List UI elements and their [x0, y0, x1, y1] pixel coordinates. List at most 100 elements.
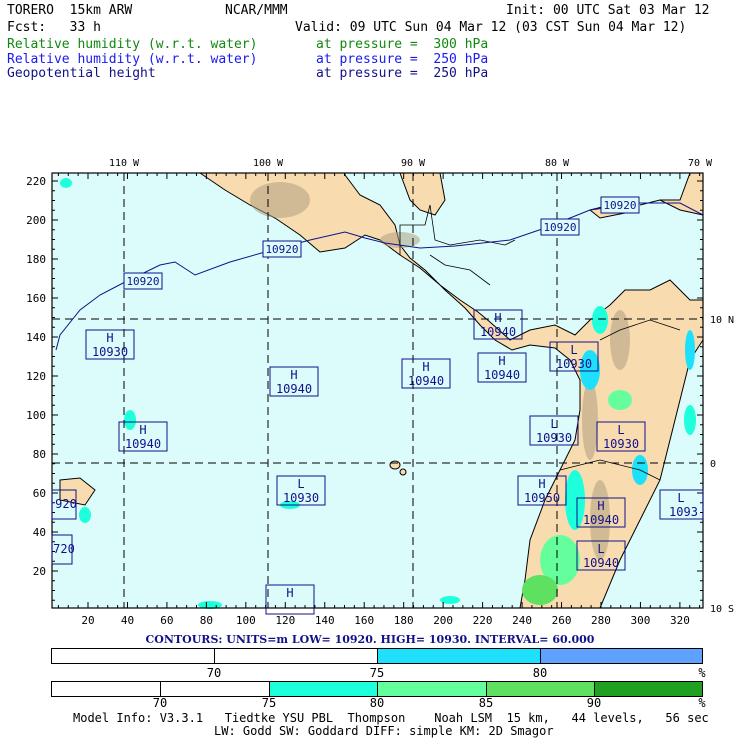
x-tick-label: 200: [433, 614, 453, 627]
y-tick-label: 40: [33, 526, 46, 539]
humidity-patch: [124, 410, 136, 430]
humidity-patch: [79, 507, 91, 523]
longitude-label: 70 W: [688, 158, 713, 169]
colorbar-300-label: %: [698, 696, 706, 710]
contour-label: 10920: [126, 275, 159, 288]
colorbar-300-bin-6: [595, 682, 702, 696]
center-value: 10940: [583, 556, 619, 570]
y-tick-label: 120: [26, 370, 46, 383]
x-tick-label: 320: [670, 614, 690, 627]
y-tick-label: 180: [26, 253, 46, 266]
center-value: 10950: [524, 491, 560, 505]
center-value: 10930: [603, 437, 639, 451]
center-value: 10930: [92, 345, 128, 359]
x-tick-label: 100: [236, 614, 256, 627]
low-center-marker: L: [570, 343, 577, 357]
y-tick-label: 220: [26, 175, 46, 188]
x-tick-label: 140: [315, 614, 335, 627]
footer-physics-info: LW: Godd SW: Goddard DIFF: simple KM: 2D…: [214, 724, 554, 738]
y-tick-label: 100: [26, 409, 46, 422]
x-tick-label: 180: [394, 614, 414, 627]
longitude-label: 110 W: [109, 158, 140, 169]
center-value: 1093: [669, 505, 698, 519]
colorbar-rh-300: [51, 681, 703, 697]
y-tick-label: 20: [33, 565, 46, 578]
x-tick-label: 280: [591, 614, 611, 627]
high-center-marker: H: [106, 331, 113, 345]
colorbar-300-label: 80: [369, 696, 385, 710]
contours-info: CONTOURS: UNITS=m LOW= 10920. HIGH= 1093…: [145, 633, 595, 646]
high-center-marker: H: [139, 423, 146, 437]
weather-map-figure: TORERO 15km ARW NCAR/MMM Init: 00 UTC Sa…: [0, 0, 740, 740]
center-value: 10930: [556, 357, 592, 371]
longitude-label: 80 W: [545, 158, 570, 169]
colorbar-250-label: 70: [206, 666, 222, 680]
colorbar-250-bin-4: [541, 649, 702, 663]
low-center-marker: L: [297, 477, 304, 491]
low-center-marker: L: [550, 417, 557, 431]
high-center-marker: H: [494, 311, 501, 325]
colorbar-300-bin-2: [161, 682, 270, 696]
low-center-marker: L: [617, 423, 624, 437]
map-plot: 20 40 60 80 100 120 140 160 180 200 220 240 260 280 30…: [26, 158, 734, 627]
center-value: 10930: [536, 431, 572, 445]
high-center-marker: H: [290, 368, 297, 382]
colorbar-250-label: 75: [369, 666, 385, 680]
x-tick-label: 80: [200, 614, 213, 627]
y-tick-label: 140: [26, 331, 46, 344]
humidity-patch: [592, 306, 608, 334]
y-tick-label: 60: [33, 487, 46, 500]
x-tick-label: 260: [552, 614, 572, 627]
x-tick-label: 220: [473, 614, 493, 627]
x-tick-label: 240: [512, 614, 532, 627]
center-value: 920: [55, 497, 77, 511]
x-tick-label: 120: [275, 614, 295, 627]
center-value: 10940: [276, 382, 312, 396]
colorbar-300-label: 70: [152, 696, 168, 710]
humidity-patch: [685, 330, 695, 370]
colorbar-250-bin-3: [378, 649, 541, 663]
low-center-marker: L: [677, 491, 684, 505]
center-value: 10940: [484, 368, 520, 382]
colorbar-250-bin-2: [215, 649, 378, 663]
y-tick-label: 160: [26, 292, 46, 305]
center-value: 10930: [283, 491, 319, 505]
colorbar-250-bin-1: [52, 649, 215, 663]
latitude-label: 10 S: [710, 604, 734, 615]
y-tick-label: 200: [26, 214, 46, 227]
colorbar-250-label: 80: [532, 666, 548, 680]
humidity-patch: [522, 575, 558, 605]
high-center-marker: H: [286, 586, 293, 600]
colorbar-250-label: %: [698, 666, 706, 680]
center-value: 10940: [583, 513, 619, 527]
x-tick-label: 60: [160, 614, 173, 627]
colorbar-300-label: 75: [261, 696, 277, 710]
longitude-label: 90 W: [401, 158, 426, 169]
longitude-label: 100 W: [253, 158, 284, 169]
low-center-marker: L: [597, 542, 604, 556]
colorbar-300-label: 90: [586, 696, 602, 710]
center-value: 10940: [125, 437, 161, 451]
colorbar-300-label: 85: [478, 696, 494, 710]
center-value: 10940: [408, 374, 444, 388]
high-center-marker: H: [597, 499, 604, 513]
colorbar-300-bin-5: [487, 682, 595, 696]
latitude-label: 0: [710, 459, 716, 470]
contour-label: 10920: [603, 199, 636, 212]
humidity-patch: [684, 405, 696, 435]
center-value: 10940: [480, 325, 516, 339]
x-tick-label: 300: [631, 614, 651, 627]
high-center-marker: H: [498, 354, 505, 368]
colorbar-300-bin-1: [52, 682, 161, 696]
x-tick-label: 20: [81, 614, 94, 627]
x-tick-label: 160: [354, 614, 374, 627]
colorbar-300-bin-3: [270, 682, 378, 696]
y-tick-label: 80: [33, 448, 46, 461]
humidity-patch: [608, 390, 632, 410]
humidity-patch: [60, 178, 72, 188]
center-value: 720: [53, 542, 75, 556]
contour-label: 10920: [543, 221, 576, 234]
contour-label: 10920: [265, 243, 298, 256]
latitude-label: 10 N: [710, 315, 734, 326]
colorbar-300-bin-4: [378, 682, 487, 696]
